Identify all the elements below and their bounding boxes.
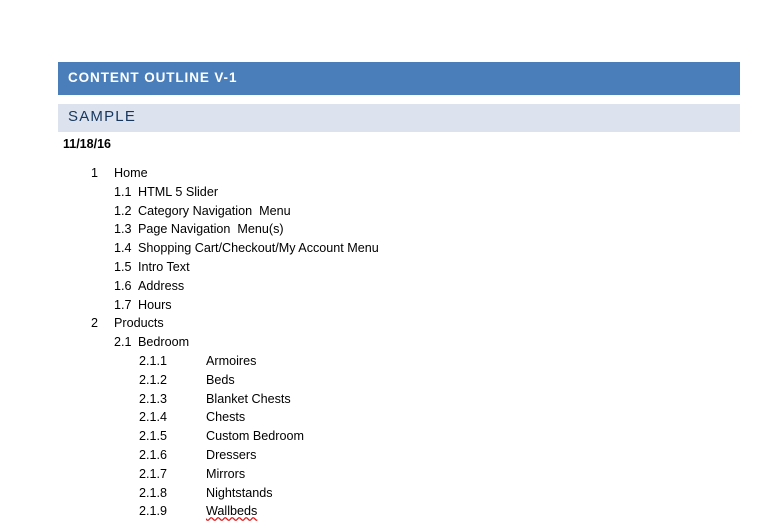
outline-row-label: Blanket Chests [206,391,291,406]
outline-row-label: Armoires [206,353,257,368]
outline-row-number: 1.1 [114,184,132,199]
outline-list: 1 Home 1.1 HTML 5 Slider 1.2 Category Navigat… [0,164,767,521]
outline-row-label: Bedroom [138,335,190,350]
outline-row-label: Chests [206,410,246,425]
outline-row[interactable]: 1 Home [0,164,767,183]
section-heading-label: SAMPLE [68,108,137,125]
outline-row-number: 2.1.5 [139,429,168,444]
outline-row-number: 1.3 [114,222,132,237]
outline-row-label: Address [138,278,185,293]
outline-row-label: Nightstands [206,485,273,500]
outline-row-label: Shopping Cart/Checkout/My Account Menu [138,241,379,256]
outline-row[interactable]: 1.1 HTML 5 Slider [0,183,767,202]
outline-row[interactable]: 1.7 Hours [0,296,767,315]
document-title: CONTENT OUTLINE V-1 [68,70,238,85]
document-date: 11/18/16 [63,137,111,151]
outline-row-label: Mirrors [206,466,246,481]
outline-row[interactable]: 2.1.3 Blanket Chests [0,390,767,409]
outline-row-label: Home [114,166,148,180]
outline-row[interactable]: 2.1.4 Chests [0,408,767,427]
outline-row[interactable]: 2.1.5 Custom Bedroom [0,427,767,446]
outline-row-label: Category Navigation Menu [138,203,291,218]
section-heading-band: SAMPLE [58,104,740,132]
outline-row-number: 2.1.4 [139,410,168,425]
outline-row[interactable]: 1.3 Page Navigation Menu(s) [0,220,767,239]
outline-row[interactable]: 2.1.2 Beds [0,371,767,390]
outline-row-number: 2.1.9 [139,504,168,519]
outline-row-label: HTML 5 Slider [138,184,219,199]
outline-row-label: Beds [206,372,235,387]
outline-row-number: 2.1.8 [139,485,168,500]
outline-row-number: 2.1.2 [139,372,168,387]
outline-row[interactable]: 1.2 Category Navigation Menu [0,202,767,221]
outline-row-number: 2 [91,316,99,331]
outline-row-number: 2.1.6 [139,447,168,462]
outline-row[interactable]: 1.4 Shopping Cart/Checkout/My Account Men… [0,239,767,258]
outline-row-label: Products [114,316,164,331]
outline-row[interactable]: 1.5 Intro Text [0,258,767,277]
outline-row-number: 2.1.3 [139,391,168,406]
outline-row-label: Wallbeds [206,504,258,519]
outline-row-number: 1.5 [114,259,132,274]
outline-row-number: 1 [91,166,99,180]
outline-row-number: 1.2 [114,203,132,218]
outline-row[interactable]: 2 Products [0,314,767,333]
outline-row-number: 2.1.1 [139,353,168,368]
outline-row-number: 2.1 [114,335,132,350]
outline-row-number: 1.6 [114,278,132,293]
outline-row[interactable]: 2.1.6 Dressers [0,446,767,465]
outline-row-number: 2.1.7 [139,466,168,481]
outline-row[interactable]: 2.1.1 Armoires [0,352,767,371]
outline-row-label: Page Navigation Menu(s) [138,222,284,237]
outline-row-label: Hours [138,297,172,312]
outline-row[interactable]: 2.1.8 Nightstands [0,484,767,503]
outline-row-label: Intro Text [138,259,190,274]
outline-row-label: Custom Bedroom [206,429,304,444]
outline-row[interactable]: 2.1 Bedroom [0,333,767,352]
outline-row[interactable]: 2.1.9 Wallbeds [0,502,767,521]
outline-row-label: Dressers [206,447,257,462]
outline-row-number: 1.4 [114,241,132,256]
document-page: CONTENT OUTLINE V-1 SAMPLE 11/18/16 1 Hom… [0,0,767,520]
outline-row-number: 1.7 [114,297,132,312]
document-title-bar: CONTENT OUTLINE V-1 [58,62,740,95]
outline-row[interactable]: 2.1.7 Mirrors [0,465,767,484]
outline-row[interactable]: 1.6 Address [0,277,767,296]
